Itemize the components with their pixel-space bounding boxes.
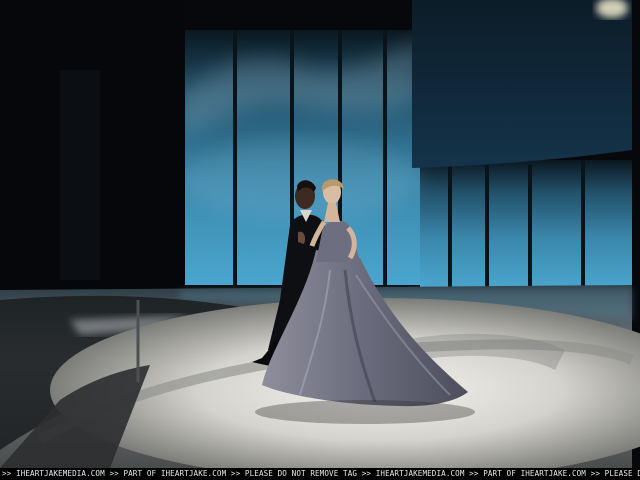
video-frame: >> IHEARTJAKEMEDIA.COM >> PART OF IHEART… — [0, 0, 640, 480]
video-screen — [412, 0, 632, 168]
watermark-bar: >> IHEARTJAKEMEDIA.COM >> PART OF IHEART… — [0, 468, 640, 480]
stage-scene-image — [0, 0, 640, 468]
watermark-text: >> IHEARTJAKEMEDIA.COM >> PART OF IHEART… — [2, 469, 640, 478]
